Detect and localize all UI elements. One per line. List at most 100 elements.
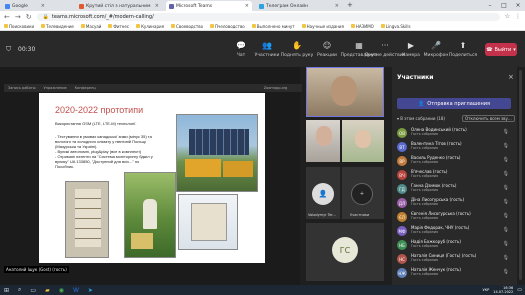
reload-icon[interactable]: ↻ bbox=[26, 13, 32, 21]
participant-row[interactable]: ВР Василь Руденко (гость) Гость собрания 🎙 bbox=[397, 155, 511, 166]
participant-video-tile[interactable] bbox=[342, 120, 384, 162]
microphone-button[interactable]: 🎤 Микрофон bbox=[421, 41, 451, 59]
avatar: НБ bbox=[397, 240, 407, 250]
explorer-icon[interactable]: ▰ bbox=[45, 287, 50, 294]
bookmark-item[interactable]: Телевидение bbox=[41, 24, 74, 29]
star-icon[interactable]: ☆ bbox=[505, 13, 510, 20]
folder-icon bbox=[80, 24, 85, 28]
panel-scrollbar[interactable] bbox=[519, 70, 522, 280]
address-bar: ← → ↻ 🔒 teams.microsoft.com/_#/modern-cal… bbox=[0, 11, 525, 22]
language-indicator[interactable]: УКР bbox=[482, 288, 489, 292]
bookmark-item[interactable]: Кулинария bbox=[136, 24, 164, 29]
url-field[interactable]: 🔒 teams.microsoft.com/_#/modern-calling/ bbox=[36, 12, 500, 21]
tab-teams[interactable]: Microsoft Teams × bbox=[166, 1, 252, 11]
notification-icon[interactable]: ▭ bbox=[517, 287, 522, 293]
participant-row[interactable]: ЄЛ Євгенія Лисогурська (гость) Гость собра… bbox=[397, 211, 511, 222]
clock[interactable]: 16:36 14.07.2022 bbox=[493, 286, 513, 294]
speaker-face bbox=[331, 76, 357, 106]
bookmark-item[interactable]: Пчеловодство bbox=[210, 24, 245, 29]
participant-row[interactable]: НС Наталія Синиця (Гость) (гость) Гость со… bbox=[397, 253, 511, 264]
tab-close-icon[interactable]: × bbox=[245, 3, 249, 9]
telegram-icon[interactable]: ➤ bbox=[88, 287, 93, 294]
start-icon[interactable]: ⊞ bbox=[4, 287, 9, 294]
lock-icon: 🔒 bbox=[42, 13, 49, 20]
close-window-icon[interactable]: × bbox=[511, 0, 525, 11]
mic-off-icon: 🎙 bbox=[502, 199, 509, 205]
mic-off-icon: 🎙 bbox=[502, 255, 509, 261]
tab-google[interactable]: Google × bbox=[2, 1, 48, 11]
leave-button[interactable]: ☎ Выйти ▾ bbox=[485, 43, 517, 56]
tab-label: Телеграм Онлайн bbox=[266, 3, 308, 9]
bookmark-item[interactable]: Поисковики bbox=[4, 24, 34, 29]
participant-row[interactable]: НЖ Наталія Женчук (гость) Гость собрания 🎙 bbox=[397, 267, 511, 278]
participant-row[interactable]: ВЧ В'ячеслав (гость) Гость собрания 🎙 bbox=[397, 169, 511, 180]
volodymyr-tile[interactable]: 👤 Volodymyr Ter... bbox=[306, 167, 340, 219]
avatar: НЖ bbox=[397, 268, 407, 278]
participants-button[interactable]: 👥 Участники bbox=[252, 42, 282, 59]
tab-telegram[interactable]: Телеграм Онлайн × bbox=[256, 1, 342, 11]
participant-row[interactable]: ОВ Олена Водинський (гость) Гость собрания… bbox=[397, 127, 511, 138]
bookmark-item[interactable]: Своеводство bbox=[171, 24, 203, 29]
tab-close-icon[interactable]: × bbox=[155, 3, 159, 9]
minimize-icon[interactable]: – bbox=[483, 0, 497, 11]
taskbar: ⊞ ⌕ ▭ ▰ ◉ W ➤ bbox=[0, 285, 525, 295]
folder-icon bbox=[171, 24, 176, 28]
speaker-video-tile[interactable] bbox=[306, 67, 384, 117]
folder-icon bbox=[136, 24, 141, 28]
forward-icon[interactable]: → bbox=[15, 13, 21, 21]
overflow-count-icon: + bbox=[351, 183, 373, 205]
beekeeper-photo bbox=[124, 172, 176, 258]
search-icon[interactable]: ⌕ bbox=[18, 286, 21, 294]
shared-tab: Упражнение bbox=[43, 86, 67, 90]
participant-row[interactable]: ГД Ганна Дзимок (гость) Гость собрания 🎙 bbox=[397, 183, 511, 194]
tab-favicon bbox=[259, 3, 264, 9]
word-icon[interactable]: W bbox=[73, 287, 79, 294]
participant-row[interactable]: МФ Марія Федорак, ЧНУ (гость) Гость собран… bbox=[397, 225, 511, 236]
participant-row[interactable]: ДЛ Діна Лисогурська (гость) Гость собрания… bbox=[397, 197, 511, 208]
close-icon[interactable]: × bbox=[508, 73, 514, 81]
folder-icon bbox=[108, 24, 113, 28]
participants-overflow-tile[interactable]: + Участники bbox=[342, 167, 384, 219]
mic-off-icon: 🎙 bbox=[502, 143, 509, 149]
mute-all-button[interactable]: Отключить всем зву... bbox=[462, 115, 515, 122]
participant-video-tile[interactable] bbox=[306, 120, 340, 162]
hive-photo bbox=[65, 181, 109, 258]
mic-icon: 🎤 bbox=[431, 41, 441, 50]
new-tab-icon[interactable]: + bbox=[347, 1, 353, 9]
menu-icon[interactable]: ⋮ bbox=[515, 13, 521, 20]
shared-tab: Конференц bbox=[74, 86, 96, 90]
mic-off-icon: 🎙 bbox=[502, 227, 509, 233]
window-controls: – □ × bbox=[483, 0, 525, 11]
tab-furniture[interactable]: Крутий стіл з натуральним × bbox=[76, 1, 162, 11]
bookmark-item[interactable]: Фитнес bbox=[108, 24, 129, 29]
tab-favicon bbox=[5, 3, 10, 9]
bookmark-item[interactable]: НАЗИМО bbox=[350, 24, 374, 29]
back-icon[interactable]: ← bbox=[4, 13, 10, 21]
participant-row[interactable]: ВТ Валентина Тітов (гость) Гость собрания 🎙 bbox=[397, 141, 511, 152]
avatar: ДЛ bbox=[397, 198, 407, 208]
bookmark-item[interactable]: Научные издания bbox=[301, 24, 344, 29]
invite-button[interactable]: 👤 Отправка приглашения bbox=[397, 98, 511, 109]
hive-box-image bbox=[185, 159, 221, 177]
participant-row[interactable]: НБ Надія Божкоруб (гость) Гость собрания 🎙 bbox=[397, 239, 511, 250]
more-icon: ··· bbox=[381, 41, 389, 50]
in-meeting-section[interactable]: ▾ В этом собрании (18) bbox=[397, 116, 445, 121]
bookmark-item[interactable]: Выполнено минут bbox=[251, 24, 295, 29]
share-button[interactable]: ⬆ Поделиться bbox=[448, 42, 478, 59]
mic-off-icon: 🎙 bbox=[502, 185, 509, 191]
tab-close-icon[interactable]: × bbox=[41, 3, 45, 9]
bookmark-item[interactable]: Lingva.Skills bbox=[380, 24, 411, 29]
bookmark-item[interactable]: Масуай bbox=[80, 24, 101, 29]
reactions-button[interactable]: ☺ Реакции bbox=[312, 42, 342, 59]
avatar: ВЧ bbox=[397, 170, 407, 180]
maximize-icon[interactable]: □ bbox=[497, 0, 511, 11]
raise-hand-button[interactable]: ✋ Поднять руку bbox=[281, 41, 314, 59]
chrome-icon[interactable]: ◉ bbox=[59, 287, 64, 294]
hand-icon: ✋ bbox=[292, 41, 302, 50]
task-view-icon[interactable]: ▭ bbox=[30, 287, 36, 294]
gs-tile[interactable]: ГС bbox=[306, 223, 384, 281]
system-tray: УКР 16:36 14.07.2022 ▭ bbox=[482, 285, 522, 295]
url-text: teams.microsoft.com/_#/modern-calling/ bbox=[51, 13, 154, 20]
phone-hangup-icon: ☎ bbox=[486, 46, 493, 53]
tab-close-icon[interactable]: × bbox=[335, 3, 339, 9]
